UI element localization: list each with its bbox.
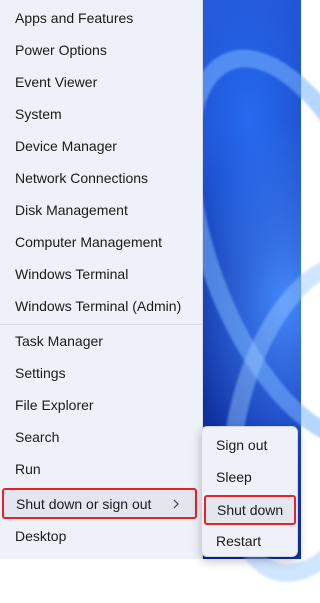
- menu-item-computer-management[interactable]: Computer Management: [0, 227, 203, 257]
- submenu-item-shut-down[interactable]: Shut down: [204, 495, 296, 525]
- winx-context-menu: Apps and Features Power Options Event Vi…: [0, 0, 203, 559]
- menu-item-label: Disk Management: [15, 202, 128, 218]
- menu-item-label: Device Manager: [15, 138, 117, 154]
- menu-item-windows-terminal-admin[interactable]: Windows Terminal (Admin): [0, 291, 203, 321]
- menu-item-label: Windows Terminal: [15, 266, 129, 282]
- menu-item-label: File Explorer: [15, 397, 94, 413]
- menu-item-windows-terminal[interactable]: Windows Terminal: [0, 259, 203, 289]
- menu-item-label: System: [15, 106, 62, 122]
- submenu-item-label: Sleep: [216, 469, 252, 485]
- menu-item-network-connections[interactable]: Network Connections: [0, 163, 203, 193]
- menu-item-label: Apps and Features: [15, 10, 134, 26]
- menu-item-file-explorer[interactable]: File Explorer: [0, 390, 203, 420]
- submenu-item-label: Sign out: [216, 437, 268, 453]
- menu-item-search[interactable]: Search: [0, 422, 203, 452]
- menu-item-label: Desktop: [15, 528, 67, 544]
- menu-item-label: Run: [15, 461, 41, 477]
- menu-separator: [0, 324, 203, 325]
- menu-item-settings[interactable]: Settings: [0, 358, 203, 388]
- menu-item-event-viewer[interactable]: Event Viewer: [0, 67, 203, 97]
- submenu-item-label: Shut down: [217, 502, 284, 518]
- menu-item-label: Network Connections: [15, 170, 149, 186]
- menu-item-label: Computer Management: [15, 234, 163, 250]
- menu-item-label: Settings: [15, 365, 66, 381]
- submenu-item-restart[interactable]: Restart: [202, 526, 297, 556]
- menu-item-run[interactable]: Run: [0, 454, 203, 484]
- menu-item-label: Windows Terminal (Admin): [15, 298, 182, 314]
- menu-item-system[interactable]: System: [0, 99, 203, 129]
- menu-item-label: Search: [15, 429, 60, 445]
- menu-item-task-manager[interactable]: Task Manager: [0, 326, 203, 356]
- menu-item-label: Power Options: [15, 42, 107, 58]
- menu-item-label: Event Viewer: [15, 74, 98, 90]
- menu-item-apps-and-features[interactable]: Apps and Features: [0, 3, 203, 33]
- submenu-item-sleep[interactable]: Sleep: [202, 462, 297, 492]
- menu-item-shut-down-or-sign-out[interactable]: Shut down or sign out: [2, 488, 197, 519]
- menu-item-label: Task Manager: [15, 333, 103, 349]
- menu-item-power-options[interactable]: Power Options: [0, 35, 203, 65]
- submenu-item-sign-out[interactable]: Sign out: [202, 430, 297, 460]
- shut-down-submenu: Sign out Sleep Shut down Restart: [201, 426, 298, 557]
- menu-item-desktop[interactable]: Desktop: [0, 521, 203, 551]
- menu-item-disk-management[interactable]: Disk Management: [0, 195, 203, 225]
- submenu-item-label: Restart: [216, 533, 262, 549]
- chevron-right-icon: [173, 499, 179, 509]
- menu-item-device-manager[interactable]: Device Manager: [0, 131, 203, 161]
- menu-item-label: Shut down or sign out: [16, 496, 152, 512]
